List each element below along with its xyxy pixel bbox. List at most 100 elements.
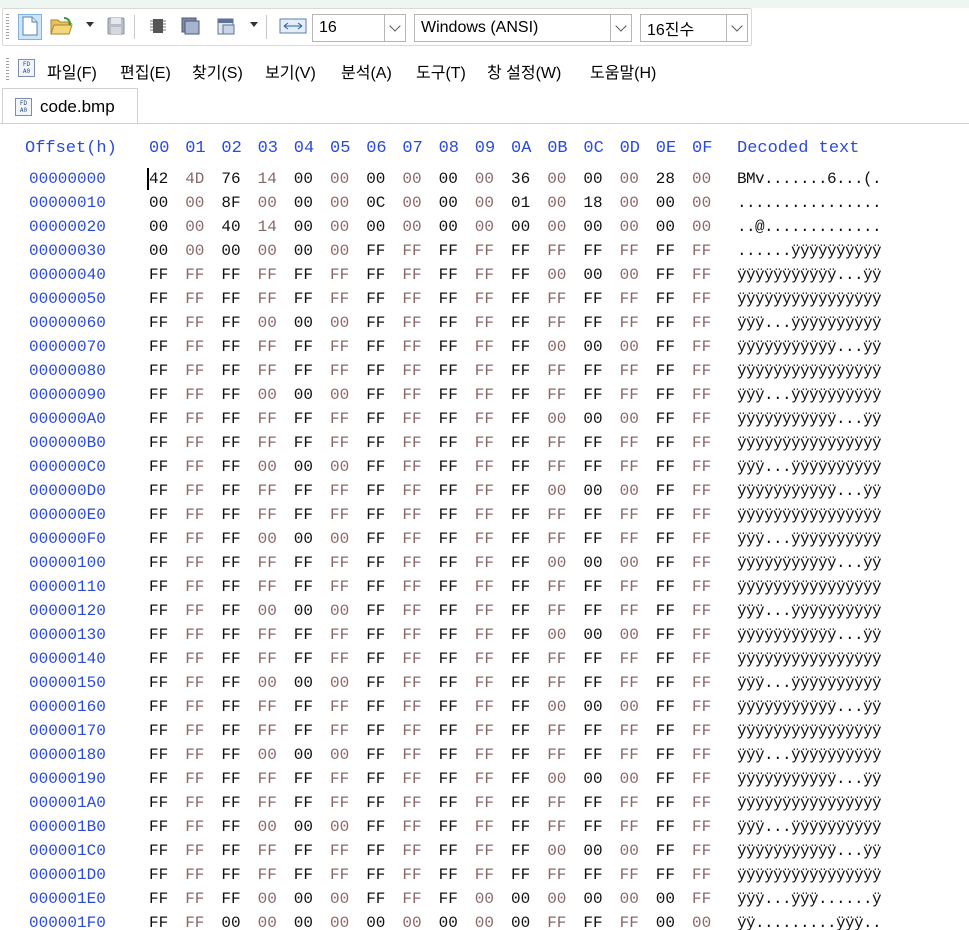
hex-byte-cell[interactable]: FF: [330, 362, 354, 380]
hex-byte-cell[interactable]: FF: [294, 290, 318, 308]
decoded-text-cell[interactable]: ................: [737, 194, 882, 212]
hex-byte-cell[interactable]: FF: [620, 290, 644, 308]
hex-byte-cell[interactable]: 00: [475, 914, 499, 930]
hex-byte-cell[interactable]: FF: [185, 482, 209, 500]
hex-byte-cell[interactable]: 14: [258, 170, 282, 188]
hex-byte-cell[interactable]: FF: [149, 434, 173, 452]
hex-byte-cell[interactable]: FF: [402, 818, 426, 836]
hex-byte-cell[interactable]: FF: [221, 554, 245, 572]
hex-byte-cell[interactable]: FF: [149, 794, 173, 812]
hex-byte-cell[interactable]: FF: [402, 458, 426, 476]
hex-byte-cell[interactable]: 00: [620, 194, 644, 212]
hex-byte-cell[interactable]: FF: [547, 506, 571, 524]
hex-byte-cell[interactable]: FF: [583, 386, 607, 404]
hex-byte-cell[interactable]: FF: [692, 746, 716, 764]
hex-byte-cell[interactable]: FF: [656, 530, 680, 548]
hex-byte-cell[interactable]: FF: [149, 290, 173, 308]
hex-byte-cell[interactable]: FF: [475, 578, 499, 596]
hex-byte-cell[interactable]: FF: [366, 242, 390, 260]
hex-byte-cell[interactable]: 00: [294, 530, 318, 548]
hex-byte-cell[interactable]: FF: [185, 698, 209, 716]
hex-byte-cell[interactable]: FF: [692, 386, 716, 404]
hex-byte-cell[interactable]: 00: [583, 410, 607, 428]
hex-byte-cell[interactable]: FF: [258, 362, 282, 380]
hex-byte-cell[interactable]: FF: [475, 770, 499, 788]
hex-byte-cell[interactable]: FF: [439, 554, 463, 572]
decoded-text-cell[interactable]: ÿÿÿÿÿÿÿÿÿÿÿ...ÿÿ: [737, 698, 882, 716]
hex-byte-cell[interactable]: 00: [439, 170, 463, 188]
hex-byte-cell[interactable]: FF: [583, 578, 607, 596]
hex-byte-cell[interactable]: FF: [511, 266, 535, 284]
hex-byte-cell[interactable]: FF: [185, 674, 209, 692]
hex-byte-cell[interactable]: 00: [330, 602, 354, 620]
hex-byte-cell[interactable]: 00: [656, 218, 680, 236]
hex-byte-cell[interactable]: 00: [330, 746, 354, 764]
hex-byte-cell[interactable]: 00: [258, 914, 282, 930]
decoded-text-cell[interactable]: ÿÿÿ...ÿÿÿÿÿÿÿÿÿÿ: [737, 602, 882, 620]
hex-byte-cell[interactable]: FF: [620, 794, 644, 812]
hex-byte-cell[interactable]: 00: [583, 698, 607, 716]
hex-byte-cell[interactable]: FF: [656, 242, 680, 260]
hex-byte-cell[interactable]: 00: [330, 914, 354, 930]
hex-byte-cell[interactable]: FF: [692, 698, 716, 716]
decoded-text-cell[interactable]: ÿÿÿÿÿÿÿÿÿÿÿÿÿÿÿÿ: [737, 290, 882, 308]
hex-byte-cell[interactable]: 00: [149, 194, 173, 212]
hex-byte-cell[interactable]: FF: [221, 458, 245, 476]
hex-byte-cell[interactable]: FF: [656, 266, 680, 284]
hex-byte-cell[interactable]: FF: [583, 746, 607, 764]
hex-byte-cell[interactable]: 00: [475, 890, 499, 908]
hex-byte-cell[interactable]: FF: [402, 746, 426, 764]
hex-byte-cell[interactable]: 00: [583, 626, 607, 644]
hex-byte-cell[interactable]: FF: [258, 554, 282, 572]
hex-byte-cell[interactable]: FF: [402, 290, 426, 308]
hex-byte-cell[interactable]: FF: [656, 554, 680, 572]
open-recent-dropdown-arrow[interactable]: [86, 22, 94, 27]
hex-byte-cell[interactable]: FF: [185, 842, 209, 860]
tab-code-bmp[interactable]: FD A0 code.bmp: [2, 88, 138, 124]
hex-byte-cell[interactable]: 00: [402, 914, 426, 930]
hex-byte-cell[interactable]: 00: [583, 842, 607, 860]
hex-byte-cell[interactable]: FF: [185, 506, 209, 524]
hex-byte-cell[interactable]: FF: [475, 506, 499, 524]
hex-byte-cell[interactable]: FF: [547, 530, 571, 548]
hex-byte-cell[interactable]: 00: [330, 458, 354, 476]
hex-byte-cell[interactable]: FF: [402, 386, 426, 404]
hex-byte-cell[interactable]: 00: [258, 890, 282, 908]
hex-byte-cell[interactable]: FF: [620, 818, 644, 836]
decoded-text-cell[interactable]: ÿÿÿÿÿÿÿÿÿÿÿ...ÿÿ: [737, 770, 882, 788]
hex-byte-cell[interactable]: FF: [221, 578, 245, 596]
hex-byte-cell[interactable]: 00: [330, 674, 354, 692]
hex-byte-cell[interactable]: 00: [547, 218, 571, 236]
decoded-text-cell[interactable]: ÿÿÿ...ÿÿÿÿÿÿÿÿÿÿ: [737, 674, 882, 692]
hex-byte-cell[interactable]: FF: [656, 386, 680, 404]
hex-byte-cell[interactable]: FF: [402, 338, 426, 356]
hex-byte-cell[interactable]: FF: [475, 530, 499, 548]
hex-byte-cell[interactable]: 00: [620, 770, 644, 788]
decoded-text-cell[interactable]: ÿÿÿ...ÿÿÿÿÿÿÿÿÿÿ: [737, 386, 882, 404]
hex-byte-cell[interactable]: FF: [620, 746, 644, 764]
decoded-text-cell[interactable]: ÿÿÿÿÿÿÿÿÿÿÿÿÿÿÿÿ: [737, 722, 882, 740]
hex-byte-cell[interactable]: FF: [692, 674, 716, 692]
save-button[interactable]: [104, 14, 128, 40]
memory-button[interactable]: [146, 14, 170, 40]
hex-byte-cell[interactable]: FF: [366, 314, 390, 332]
hex-byte-cell[interactable]: 00: [294, 890, 318, 908]
hex-byte-cell[interactable]: FF: [692, 506, 716, 524]
hex-byte-cell[interactable]: 00: [330, 890, 354, 908]
hex-byte-cell[interactable]: FF: [221, 626, 245, 644]
hex-byte-cell[interactable]: FF: [547, 650, 571, 668]
hex-byte-cell[interactable]: 00: [475, 170, 499, 188]
hex-byte-cell[interactable]: FF: [402, 554, 426, 572]
hex-byte-cell[interactable]: 00: [149, 242, 173, 260]
hex-byte-cell[interactable]: 00: [330, 314, 354, 332]
hex-byte-cell[interactable]: FF: [475, 314, 499, 332]
hex-byte-cell[interactable]: FF: [366, 722, 390, 740]
hex-byte-cell[interactable]: FF: [149, 842, 173, 860]
hex-byte-cell[interactable]: FF: [221, 266, 245, 284]
hex-byte-cell[interactable]: FF: [258, 722, 282, 740]
hex-byte-cell[interactable]: FF: [439, 626, 463, 644]
hex-byte-cell[interactable]: 42: [149, 170, 173, 188]
hex-byte-cell[interactable]: FF: [294, 266, 318, 284]
hex-byte-cell[interactable]: FF: [330, 506, 354, 524]
hex-byte-cell[interactable]: FF: [439, 890, 463, 908]
